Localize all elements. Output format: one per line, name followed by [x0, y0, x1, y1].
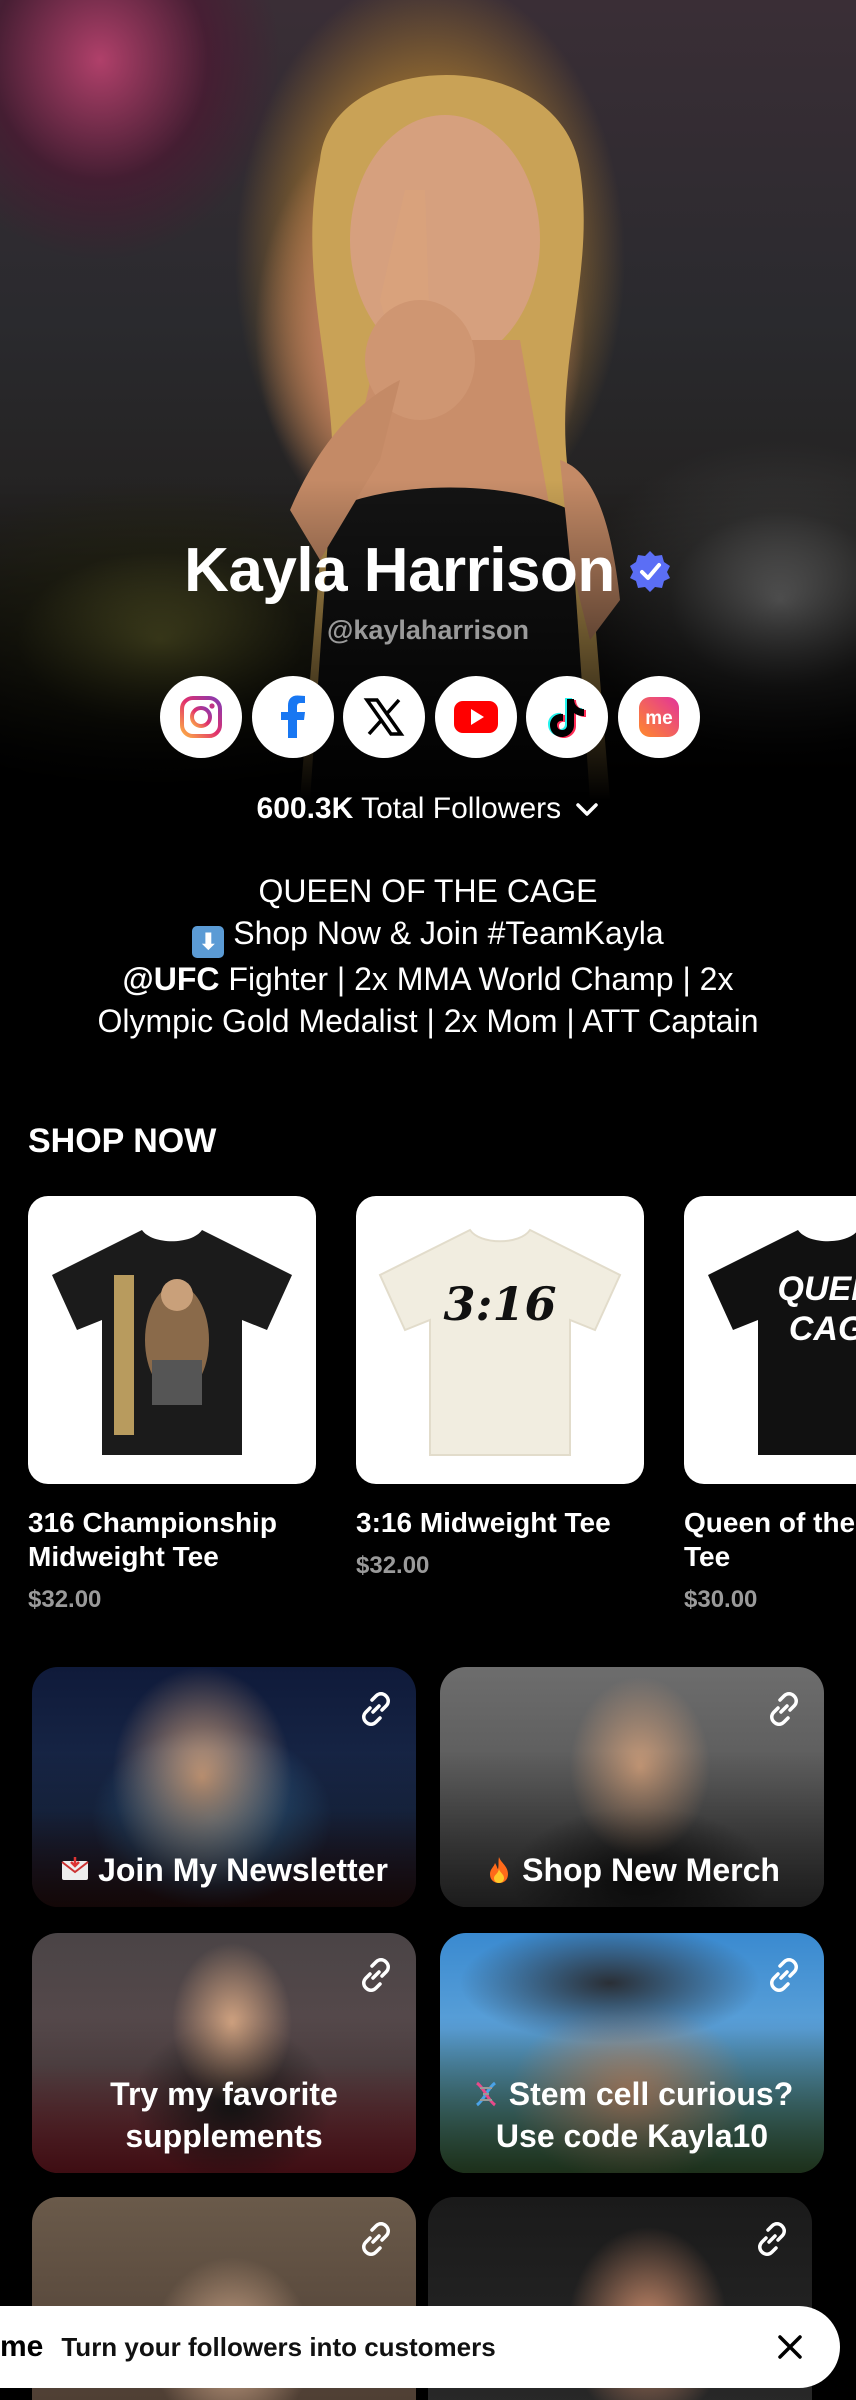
bio-line: ⬇ Shop Now & Join #TeamKayla: [40, 912, 816, 958]
product-image[interactable]: QUEEN CAGE: [684, 1196, 856, 1484]
product-carousel[interactable]: 316 Championship Midweight Tee $32.00 3:…: [28, 1196, 856, 1636]
supplements-link-card[interactable]: Try my favorite supplements: [32, 1933, 416, 2173]
down-arrow-icon: ⬇: [192, 926, 225, 958]
card-label-text: Join My Newsletter: [98, 1852, 388, 1888]
followers-toggle[interactable]: 600.3K Total Followers: [0, 792, 856, 826]
black-tshirt-image: QUEEN CAGE: [708, 1230, 856, 1455]
product-price: $30.00: [684, 1586, 758, 1613]
envelope-icon: [61, 1857, 89, 1880]
merch-link-card[interactable]: Shop New Merch: [440, 1667, 824, 1907]
svg-text:3:16: 3:16: [443, 1277, 556, 1331]
facebook-icon: [280, 695, 305, 738]
shop-section-title: SHOP NOW: [28, 1122, 217, 1160]
bio-line: QUEEN OF THE CAGE: [258, 873, 598, 909]
card-label: Try my favorite supplements: [110, 2076, 338, 2154]
tiktok-icon: [548, 698, 587, 738]
bio-line: @UFC Fighter | 2x MMA World Champ | 2x: [40, 958, 816, 1000]
followers-count: 600.3K: [256, 792, 354, 825]
promo-banner[interactable]: me Turn your followers into customers: [0, 2306, 840, 2388]
link-icon: [362, 2222, 390, 2256]
link-icon: [362, 1958, 390, 1992]
tiktok-button[interactable]: [526, 676, 609, 758]
product-card[interactable]: 3:16 3:16 Midweight Tee $32.00: [356, 1196, 644, 1580]
cream-tshirt-image: 3:16: [378, 1228, 622, 1456]
followers-label: Total Followers: [361, 792, 562, 825]
youtube-button[interactable]: [434, 676, 517, 758]
link-icon: [770, 1958, 798, 1992]
svg-text:CAGE: CAGE: [789, 1310, 856, 1348]
newsletter-link-card[interactable]: Join My Newsletter: [32, 1667, 416, 1907]
card-label: Join My Newsletter: [46, 1849, 402, 1891]
fire-icon: [490, 1857, 509, 1883]
product-card[interactable]: QUEEN CAGE Queen of the Cage Tee $30.00: [684, 1196, 856, 1614]
card-label-text: Stem cell curious? Use code Kayla10: [495, 2076, 794, 2154]
close-icon: [778, 2335, 802, 2359]
banner-text: Turn your followers into customers: [61, 2331, 496, 2362]
verified-badge-icon: [629, 550, 670, 592]
facebook-button[interactable]: [251, 676, 334, 758]
profile-name-row: Kayla Harrison: [0, 535, 856, 606]
x-button[interactable]: [343, 676, 426, 758]
product-price: $32.00: [28, 1586, 102, 1613]
profile-bio: QUEEN OF THE CAGE ⬇ Shop Now & Join #Tea…: [40, 870, 816, 1042]
link-icon: [362, 1692, 390, 1726]
card-label-text: Shop New Merch: [522, 1852, 780, 1888]
link-icon: [770, 1692, 798, 1726]
ufc-mention[interactable]: @UFC: [123, 961, 220, 997]
card-label: Stem cell curious? Use code Kayla10: [454, 2073, 810, 2157]
instagram-button[interactable]: [160, 676, 242, 758]
linkme-button[interactable]: me: [617, 676, 700, 758]
link-icon: [758, 2222, 786, 2256]
product-price: $32.00: [356, 1552, 430, 1579]
product-name: 3:16 Midweight Tee: [356, 1507, 611, 1538]
profile-name: Kayla Harrison: [184, 536, 615, 605]
x-icon: [363, 698, 405, 736]
card-label: Shop New Merch: [454, 1849, 810, 1891]
product-name: 316 Championship Midweight Tee: [28, 1507, 277, 1572]
linkme-icon: me: [638, 697, 679, 737]
banner-logo: me: [0, 2330, 44, 2363]
svg-text:me: me: [645, 708, 672, 729]
product-image[interactable]: [28, 1196, 316, 1484]
black-tshirt-image: [52, 1230, 292, 1455]
instagram-icon: [180, 696, 222, 738]
chevron-down-icon: [576, 803, 599, 816]
bio-line-text: Shop Now & Join #TeamKayla: [233, 915, 664, 951]
profile-handle: @kaylaharrison: [327, 615, 529, 645]
bio-line: Olympic Gold Medalist | 2x Mom | ATT Cap…: [97, 1003, 759, 1039]
social-links: me: [160, 676, 700, 760]
bio-line-text: Fighter | 2x MMA World Champ | 2x: [219, 961, 734, 997]
dna-icon: [475, 2081, 496, 2107]
close-button[interactable]: [770, 2327, 810, 2367]
product-card[interactable]: 316 Championship Midweight Tee $32.00: [28, 1196, 316, 1614]
stem-cell-link-card[interactable]: Stem cell curious? Use code Kayla10: [440, 1933, 824, 2173]
product-image[interactable]: 3:16: [356, 1196, 644, 1484]
product-name: Queen of the Cage Tee: [684, 1507, 856, 1572]
svg-text:QUEEN: QUEEN: [778, 1270, 856, 1308]
youtube-icon: [453, 701, 498, 733]
